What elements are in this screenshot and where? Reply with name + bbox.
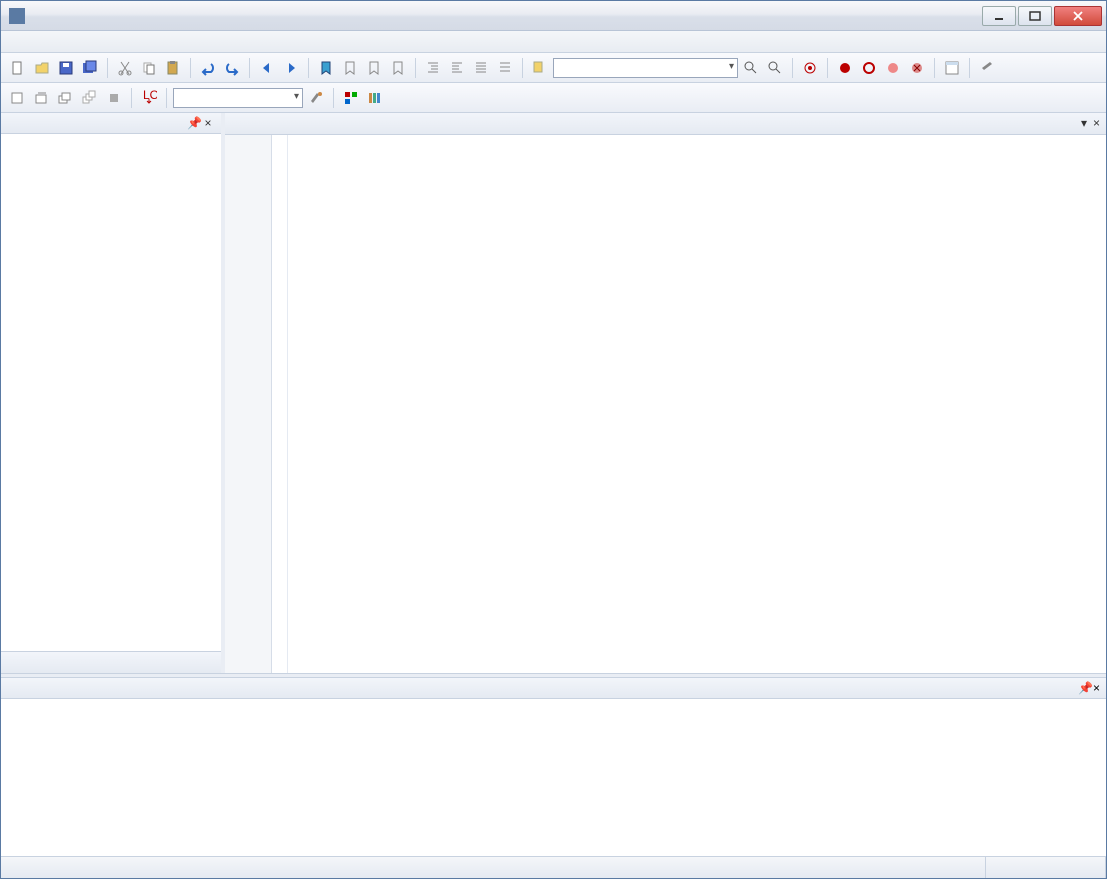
stop-build-button[interactable] xyxy=(103,87,125,109)
nav-back-button[interactable] xyxy=(256,57,278,79)
paste-button[interactable] xyxy=(162,57,184,79)
code-area[interactable] xyxy=(288,135,1106,673)
save-button[interactable] xyxy=(55,57,77,79)
build-toolbar: LOAD xyxy=(1,83,1106,113)
build-output-body[interactable] xyxy=(1,699,1106,856)
project-pane-header[interactable]: 📌 × xyxy=(1,113,221,134)
redo-button[interactable] xyxy=(221,57,243,79)
close-icon[interactable]: × xyxy=(1093,681,1100,695)
pin-icon[interactable]: 📌 xyxy=(187,116,201,130)
main-toolbar xyxy=(1,53,1106,83)
open-file-button[interactable] xyxy=(31,57,53,79)
target-options-button[interactable] xyxy=(305,87,327,109)
close-icon[interactable]: × xyxy=(201,116,215,130)
tabs-close-icon[interactable]: × xyxy=(1093,116,1100,130)
project-tree[interactable] xyxy=(1,134,221,651)
app-icon xyxy=(9,8,25,24)
translate-button[interactable] xyxy=(7,87,29,109)
find-in-files-button[interactable] xyxy=(529,57,551,79)
tabs-dropdown-icon[interactable]: ▾ xyxy=(1081,116,1087,130)
editor-pane: ▾ × xyxy=(225,113,1106,673)
books-button[interactable] xyxy=(364,87,386,109)
uncomment-button[interactable] xyxy=(494,57,516,79)
find-button[interactable] xyxy=(740,57,762,79)
bookmark-clear-button[interactable] xyxy=(387,57,409,79)
build-output-header[interactable]: 📌 × xyxy=(1,678,1106,699)
title-bar[interactable] xyxy=(1,1,1106,31)
breakpoint-kill-button[interactable] xyxy=(906,57,928,79)
workspace: 📌 × ▾ × xyxy=(1,113,1106,673)
indent-button[interactable] xyxy=(422,57,444,79)
code-editor[interactable] xyxy=(225,135,1106,673)
copy-button[interactable] xyxy=(138,57,160,79)
new-file-button[interactable] xyxy=(7,57,29,79)
status-spacer xyxy=(986,857,1106,878)
margin-strip xyxy=(272,135,288,673)
project-pane-tabs xyxy=(1,651,221,673)
target-select-combo[interactable] xyxy=(173,88,303,108)
cut-button[interactable] xyxy=(114,57,136,79)
status-debugger xyxy=(961,857,986,878)
close-button[interactable] xyxy=(1054,6,1102,26)
batch-build-button[interactable] xyxy=(79,87,101,109)
rebuild-button[interactable] xyxy=(55,87,77,109)
debug-button[interactable] xyxy=(799,57,821,79)
download-button[interactable]: LOAD xyxy=(138,87,160,109)
line-number-gutter xyxy=(225,135,272,673)
incremental-find-button[interactable] xyxy=(764,57,786,79)
editor-tabs: ▾ × xyxy=(225,113,1106,135)
manage-components-button[interactable] xyxy=(340,87,362,109)
pin-icon[interactable]: 📌 xyxy=(1078,681,1093,695)
save-all-button[interactable] xyxy=(79,57,101,79)
breakpoint-enable-button[interactable] xyxy=(858,57,880,79)
search-combo[interactable] xyxy=(553,58,738,78)
nav-forward-button[interactable] xyxy=(280,57,302,79)
comment-button[interactable] xyxy=(470,57,492,79)
undo-button[interactable] xyxy=(197,57,219,79)
window-layout-button[interactable] xyxy=(941,57,963,79)
outdent-button[interactable] xyxy=(446,57,468,79)
minimize-button[interactable] xyxy=(982,6,1016,26)
status-bar xyxy=(1,856,1106,878)
maximize-button[interactable] xyxy=(1018,6,1052,26)
bookmark-toggle-button[interactable] xyxy=(315,57,337,79)
bookmark-next-button[interactable] xyxy=(363,57,385,79)
svg-text:LOAD: LOAD xyxy=(143,90,157,102)
project-pane: 📌 × xyxy=(1,113,225,673)
build-button[interactable] xyxy=(31,87,53,109)
breakpoint-disable-button[interactable] xyxy=(882,57,904,79)
build-output-pane: 📌 × xyxy=(1,678,1106,856)
menu-bar xyxy=(1,31,1106,53)
configure-button[interactable] xyxy=(976,57,998,79)
bookmark-prev-button[interactable] xyxy=(339,57,361,79)
breakpoint-insert-button[interactable] xyxy=(834,57,856,79)
